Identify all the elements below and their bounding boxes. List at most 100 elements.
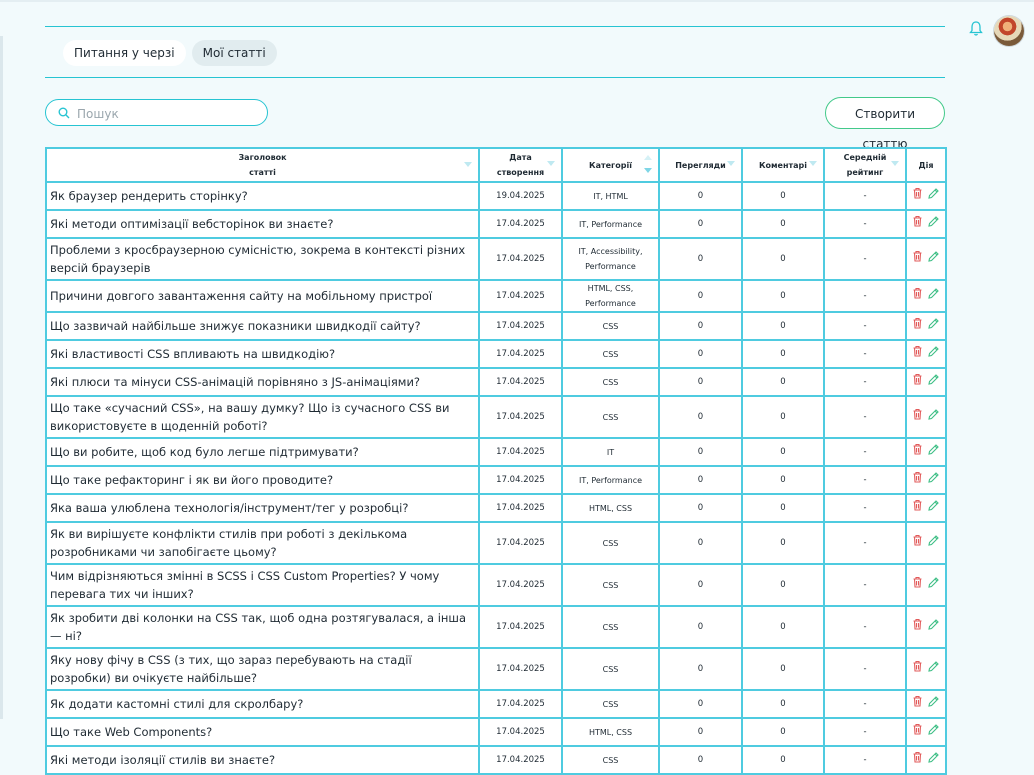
pencil-icon[interactable]	[927, 534, 940, 553]
pencil-icon[interactable]	[927, 215, 940, 234]
pencil-icon[interactable]	[927, 660, 940, 679]
table-row[interactable]: Які методи ізоляції стилів ви знаєте? 17.…	[45, 745, 947, 775]
trash-icon[interactable]	[912, 373, 923, 391]
cell-comments: 0	[741, 605, 825, 649]
trash-icon[interactable]	[912, 534, 923, 552]
table-row[interactable]: Як браузер рендерить сторінку? 19.04.2025…	[45, 181, 947, 211]
table-row[interactable]: Причини довгого завантаження сайту на мо…	[45, 279, 947, 313]
cell-views: 0	[658, 465, 743, 495]
sort-down-icon[interactable]	[464, 162, 472, 167]
sort-down-icon[interactable]	[727, 161, 735, 166]
table-row[interactable]: Які методи оптимізації вебсторінок ви зн…	[45, 209, 947, 239]
cell-title[interactable]: Які методи ізоляції стилів ви знаєте?	[45, 745, 480, 775]
table-row[interactable]: Чим відрізняються змінні в SCSS і CSS Cu…	[45, 563, 947, 607]
table-row[interactable]: Яка ваша улюблена технологія/інструмент/…	[45, 493, 947, 523]
cell-title[interactable]: Як зробити дві колонки на CSS так, щоб о…	[45, 605, 480, 649]
trash-icon[interactable]	[912, 345, 923, 363]
table-row[interactable]: Що таке «сучасний CSS», на вашу думку? Щ…	[45, 395, 947, 439]
pencil-icon[interactable]	[927, 751, 940, 770]
sort-down-icon[interactable]	[547, 161, 555, 166]
table-row[interactable]: Як додати кастомні стилі для скролбару? 1…	[45, 689, 947, 719]
table-row[interactable]: Проблеми з кросбраузерною сумісністю, зо…	[45, 237, 947, 281]
cell-title[interactable]: Що таке «сучасний CSS», на вашу думку? Щ…	[45, 395, 480, 439]
table-row[interactable]: Які плюси та мінуси CSS-анімацій порівня…	[45, 367, 947, 397]
pencil-icon[interactable]	[927, 187, 940, 206]
trash-icon[interactable]	[912, 660, 923, 678]
trash-icon[interactable]	[912, 618, 923, 636]
trash-icon[interactable]	[912, 471, 923, 489]
cell-title[interactable]: Яку нову фічу в CSS (з тих, що зараз пер…	[45, 647, 480, 691]
trash-icon[interactable]	[912, 250, 923, 268]
column-header-categories[interactable]: Категорії	[561, 147, 660, 183]
pencil-icon[interactable]	[927, 373, 940, 392]
trash-icon[interactable]	[912, 215, 923, 233]
bell-icon[interactable]	[968, 20, 984, 38]
tab-queued-questions[interactable]: Питання у черзі	[63, 40, 186, 66]
table-row[interactable]: Що таке Web Components? 17.04.2025 HTML, C…	[45, 717, 947, 747]
cell-title[interactable]: Що таке рефакторинг і як ви його проводи…	[45, 465, 480, 495]
column-header-label: Перегляди	[675, 160, 726, 170]
pencil-icon[interactable]	[927, 618, 940, 637]
sort-up-icon[interactable]	[644, 155, 652, 160]
tab-my-articles[interactable]: Мої статті	[191, 40, 277, 66]
pencil-icon[interactable]	[927, 287, 940, 306]
cell-actions	[905, 493, 947, 523]
pencil-icon[interactable]	[927, 471, 940, 490]
pencil-icon[interactable]	[927, 408, 940, 427]
sort-down-icon[interactable]	[644, 168, 652, 173]
table-row[interactable]: Що ви робите, щоб код було легше підтрим…	[45, 437, 947, 467]
cell-title[interactable]: Що зазвичай найбільше знижує показники ш…	[45, 311, 480, 341]
column-header-rating[interactable]: Середній рейтинг	[823, 147, 907, 183]
search-input[interactable]	[75, 104, 259, 124]
table-row[interactable]: Як зробити дві колонки на CSS так, щоб о…	[45, 605, 947, 649]
cell-title[interactable]: Які плюси та мінуси CSS-анімацій порівня…	[45, 367, 480, 397]
table-row[interactable]: Яку нову фічу в CSS (з тих, що зараз пер…	[45, 647, 947, 691]
avatar[interactable]	[994, 16, 1024, 46]
column-header-views[interactable]: Перегляди	[658, 147, 743, 183]
table-row[interactable]: Які властивості CSS впливають на швидкод…	[45, 339, 947, 369]
cell-title[interactable]: Які властивості CSS впливають на швидкод…	[45, 339, 480, 369]
cell-title[interactable]: Як ви вирішуєте конфлікти стилів при роб…	[45, 521, 480, 565]
pencil-icon[interactable]	[927, 723, 940, 742]
pencil-icon[interactable]	[927, 250, 940, 269]
trash-icon[interactable]	[912, 695, 923, 713]
trash-icon[interactable]	[912, 751, 923, 769]
trash-icon[interactable]	[912, 187, 923, 205]
trash-icon[interactable]	[912, 317, 923, 335]
table-row[interactable]: Що зазвичай найбільше знижує показники ш…	[45, 311, 947, 341]
pencil-icon[interactable]	[927, 443, 940, 462]
create-article-button[interactable]: Створити статтю	[825, 97, 945, 151]
trash-icon[interactable]	[912, 287, 923, 305]
sort-down-icon[interactable]	[891, 161, 899, 166]
cell-comments: 0	[741, 647, 825, 691]
trash-icon[interactable]	[912, 443, 923, 461]
trash-icon[interactable]	[912, 723, 923, 741]
sidebar-edge	[0, 36, 3, 719]
pencil-icon[interactable]	[927, 317, 940, 336]
cell-title[interactable]: Причини довгого завантаження сайту на мо…	[45, 279, 480, 313]
cell-title[interactable]: Проблеми з кросбраузерною сумісністю, зо…	[45, 237, 480, 281]
cell-rating: -	[823, 395, 907, 439]
column-header-date[interactable]: Дата створення	[478, 147, 563, 183]
trash-icon[interactable]	[912, 576, 923, 594]
trash-icon[interactable]	[912, 408, 923, 426]
cell-views: 0	[658, 279, 743, 313]
pencil-icon[interactable]	[927, 345, 940, 364]
pencil-icon[interactable]	[927, 695, 940, 714]
cell-title[interactable]: Яка ваша улюблена технологія/інструмент/…	[45, 493, 480, 523]
column-header-title[interactable]: Заголовок статті	[45, 147, 480, 183]
trash-icon[interactable]	[912, 499, 923, 517]
cell-title[interactable]: Які методи оптимізації вебсторінок ви зн…	[45, 209, 480, 239]
cell-title[interactable]: Що таке Web Components?	[45, 717, 480, 747]
cell-title[interactable]: Як додати кастомні стилі для скролбару?	[45, 689, 480, 719]
cell-date: 17.04.2025	[478, 605, 563, 649]
column-header-comments[interactable]: Коментарі	[741, 147, 825, 183]
sort-down-icon[interactable]	[809, 161, 817, 166]
pencil-icon[interactable]	[927, 499, 940, 518]
table-row[interactable]: Що таке рефакторинг і як ви його проводи…	[45, 465, 947, 495]
cell-title[interactable]: Чим відрізняються змінні в SCSS і CSS Cu…	[45, 563, 480, 607]
pencil-icon[interactable]	[927, 576, 940, 595]
table-row[interactable]: Як ви вирішуєте конфлікти стилів при роб…	[45, 521, 947, 565]
cell-title[interactable]: Як браузер рендерить сторінку?	[45, 181, 480, 211]
cell-title[interactable]: Що ви робите, щоб код було легше підтрим…	[45, 437, 480, 467]
